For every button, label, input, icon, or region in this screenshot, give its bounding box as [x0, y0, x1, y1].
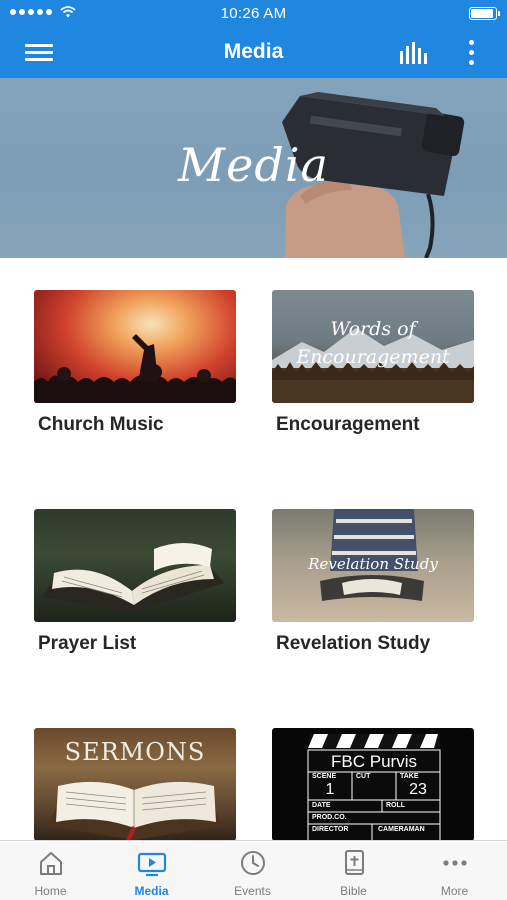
- clapperboard-camera-label: CAMERAMAN: [378, 826, 425, 833]
- encouragement-overlay-line2: Encouragement: [296, 346, 450, 368]
- tab-label: Home: [34, 884, 67, 898]
- status-time: 10:26 AM: [220, 5, 287, 22]
- home-icon: [40, 852, 62, 875]
- clapperboard-title: FBC Purvis: [331, 752, 417, 771]
- tab-label: Media: [134, 884, 169, 898]
- clapperboard-prod-label: PROD.CO.: [312, 814, 347, 821]
- clapperboard-scene-label: SCENE: [312, 773, 337, 780]
- clapperboard-take-label: TAKE: [400, 773, 419, 780]
- hero-title: Media: [178, 138, 329, 192]
- tab-media[interactable]: Media: [101, 841, 202, 900]
- clapperboard-roll-label: ROLL: [386, 802, 406, 809]
- clapperboard-scene: 1: [325, 781, 335, 798]
- tab-bar: Home Media Events Bible More: [0, 840, 507, 900]
- more-icon: [443, 860, 467, 866]
- clapperboard-date-label: DATE: [312, 802, 331, 809]
- sermons-thumbnail: SERMONS: [34, 728, 236, 841]
- tab-label: Events: [234, 884, 271, 898]
- overflow-menu-button[interactable]: [467, 40, 477, 66]
- clapperboard-thumbnail: FBC Purvis SCENE CUT TAKE 1 23 DATE ROLL…: [272, 728, 474, 841]
- church-music-thumbnail: [34, 290, 236, 403]
- tab-label: More: [440, 884, 469, 898]
- tab-label: Bible: [340, 884, 367, 898]
- tile-label: Prayer List: [38, 633, 137, 654]
- tv-icon: [137, 852, 167, 877]
- tab-events[interactable]: Events: [202, 841, 303, 900]
- tab-home[interactable]: Home: [0, 841, 101, 900]
- audio-bars-icon: [400, 42, 427, 64]
- encouragement-thumbnail: Words of Encouragement: [272, 290, 474, 403]
- encouragement-overlay-line1: Words of: [330, 318, 416, 340]
- clapperboard-take: 23: [409, 781, 427, 798]
- hero-banner: Media: [0, 78, 507, 258]
- clapperboard-cut-label: CUT: [356, 773, 371, 780]
- page-title: Media: [223, 40, 284, 63]
- revelation-study-thumbnail: Revelation Study: [272, 509, 474, 622]
- audio-bars-button[interactable]: [399, 42, 429, 64]
- app-bar: Media: [0, 28, 507, 78]
- prayer-list-thumbnail: [34, 509, 236, 622]
- revelation-study-overlay: Revelation Study: [308, 555, 438, 573]
- tab-more[interactable]: More: [404, 841, 505, 900]
- battery-icon: [469, 7, 500, 20]
- tile-label: Revelation Study: [276, 633, 431, 654]
- bible-icon: [345, 850, 364, 875]
- status-bar: 10:26 AM: [0, 0, 507, 28]
- tile-label: Church Music: [38, 414, 164, 435]
- sermons-overlay: SERMONS: [64, 738, 206, 766]
- clock-icon: [241, 851, 265, 875]
- clapperboard-director-label: DIRECTOR: [312, 826, 349, 833]
- tile-label: Encouragement: [276, 414, 420, 435]
- tab-bible[interactable]: Bible: [303, 841, 404, 900]
